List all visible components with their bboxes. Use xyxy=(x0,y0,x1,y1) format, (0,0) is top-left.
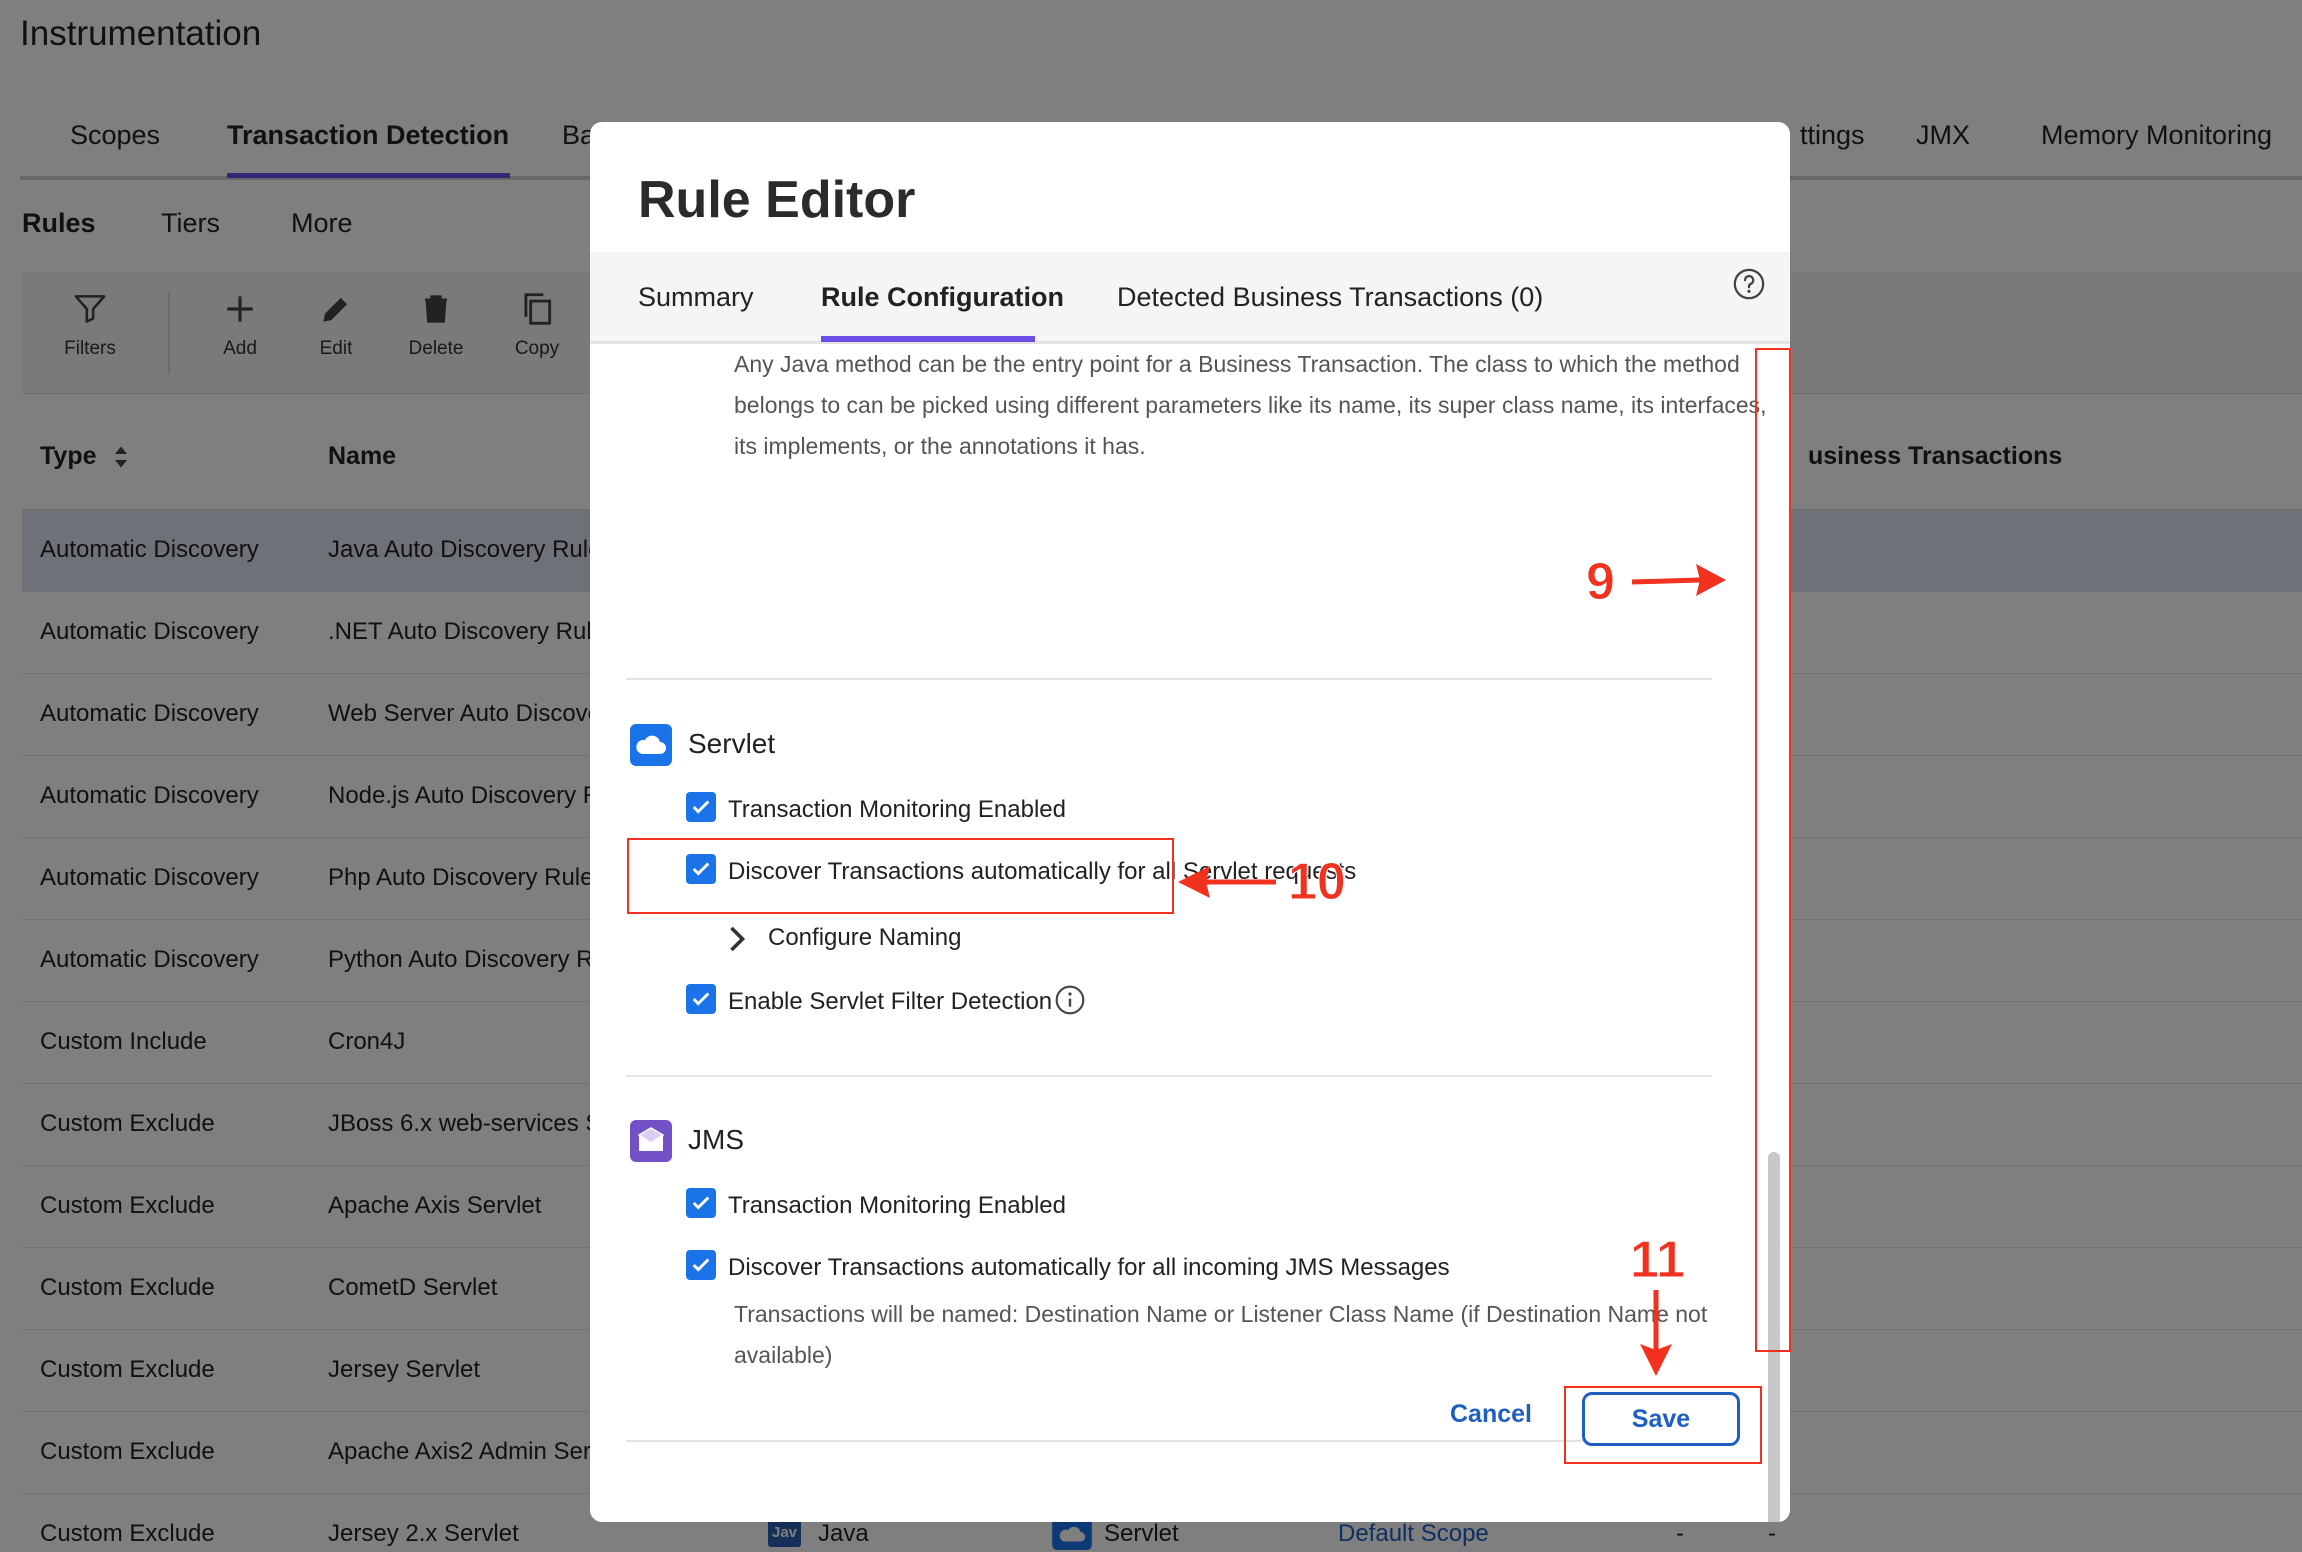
save-highlight-box xyxy=(1564,1386,1762,1464)
scrollbar-highlight-box xyxy=(1755,348,1791,1352)
jms-monitoring-label: Transaction Monitoring Enabled xyxy=(728,1192,1066,1219)
check-icon xyxy=(692,992,710,1006)
annotation-10: 10 xyxy=(1288,853,1347,912)
servlet-filter-detection-label: Enable Servlet Filter Detection xyxy=(728,988,1053,1015)
jms-discover-checkbox[interactable] xyxy=(686,1250,716,1280)
rule-editor-modal: Rule Editor Summary Rule Configuration D… xyxy=(590,122,1790,1522)
jms-naming-note: Transactions will be named: Destination … xyxy=(734,1301,1708,1368)
modal-active-tab-indicator xyxy=(821,336,1035,342)
check-icon xyxy=(692,1258,710,1272)
envelope-icon xyxy=(630,1120,672,1162)
modal-title: Rule Editor xyxy=(638,171,916,229)
help-icon[interactable] xyxy=(1732,267,1766,301)
cancel-button[interactable]: Cancel xyxy=(1450,1400,1532,1429)
filter-detection-highlight-box xyxy=(627,838,1174,914)
annotation-9: 9 xyxy=(1586,553,1616,612)
modal-body: Any Java method can be the entry point f… xyxy=(590,344,1790,1522)
servlet-section-title: Servlet xyxy=(688,728,776,759)
divider xyxy=(626,1075,1712,1077)
configure-naming-link[interactable]: Configure Naming xyxy=(768,924,961,952)
jms-discover-label: Discover Transactions automatically for … xyxy=(728,1254,1450,1281)
servlet-monitoring-label: Transaction Monitoring Enabled xyxy=(728,796,1066,823)
servlet-monitoring-checkbox[interactable] xyxy=(686,792,716,822)
divider xyxy=(626,678,1712,680)
jms-section-title: JMS xyxy=(688,1124,744,1155)
info-icon[interactable] xyxy=(1054,984,1086,1016)
check-icon xyxy=(692,800,710,814)
modal-tabs: Summary Rule Configuration Detected Busi… xyxy=(590,252,1790,344)
tab-detected-business-transactions[interactable]: Detected Business Transactions (0) xyxy=(1117,282,1543,313)
tab-rule-configuration[interactable]: Rule Configuration xyxy=(821,282,1064,313)
divider xyxy=(626,1440,1712,1442)
rule-intro-text: Any Java method can be the entry point f… xyxy=(734,351,1767,459)
chevron-right-icon[interactable] xyxy=(726,924,748,954)
annotation-11: 11 xyxy=(1630,1231,1686,1290)
check-icon xyxy=(692,1196,710,1210)
jms-monitoring-checkbox[interactable] xyxy=(686,1188,716,1218)
servlet-filter-detection-checkbox[interactable] xyxy=(686,984,716,1014)
tab-summary[interactable]: Summary xyxy=(638,282,754,313)
cloud-icon xyxy=(630,724,672,766)
